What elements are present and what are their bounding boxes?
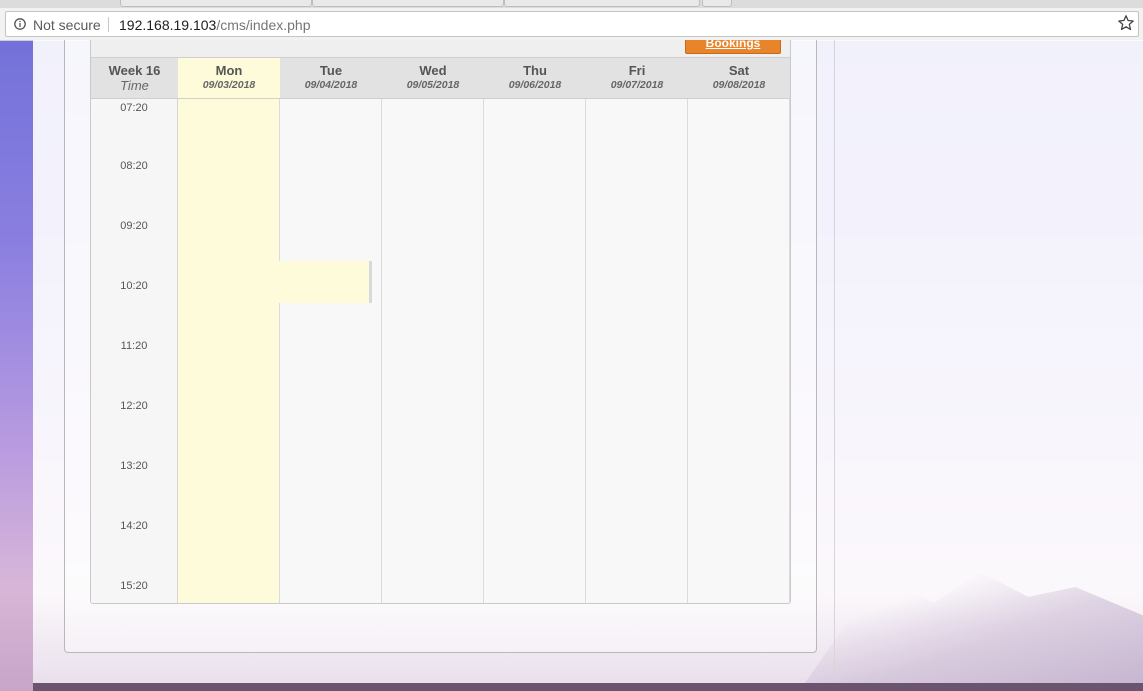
info-icon[interactable] — [14, 18, 26, 30]
page-bottom-edge — [33, 683, 1143, 691]
time-slot-label: 09:20 — [120, 220, 148, 232]
day-header-mon[interactable]: Mon 09/03/2018 — [178, 58, 280, 98]
calendar-toolbar: Bookings — [91, 40, 790, 58]
address-divider — [108, 17, 109, 32]
time-column-label: Time — [120, 78, 149, 93]
day-column-sat[interactable] — [688, 99, 790, 603]
day-date: 09/03/2018 — [202, 79, 256, 91]
time-slot-label: 15:20 — [120, 580, 148, 592]
address-bar[interactable]: Not secure 192.168.19.103/cms/index.php — [5, 11, 1139, 37]
day-name: Mon — [215, 63, 243, 78]
time-slot-label: 07:20 — [120, 102, 148, 114]
bookmark-star-icon[interactable] — [1117, 14, 1135, 32]
day-header-fri[interactable]: Fri 09/07/2018 — [586, 58, 688, 98]
day-date: 09/07/2018 — [610, 79, 664, 91]
week-number: Week 16 — [108, 63, 161, 78]
time-slot-label: 11:20 — [120, 340, 148, 352]
week-header: Week 16 Time — [91, 58, 178, 98]
calendar-grid: 07:20 08:20 09:20 10:20 11:20 12:20 13:2… — [91, 99, 790, 603]
tab-strip — [0, 0, 1143, 8]
url-text[interactable]: 192.168.19.103/cms/index.php — [119, 17, 311, 33]
browser-toolbar: Not secure 192.168.19.103/cms/index.php — [0, 8, 1143, 41]
day-column-mon[interactable] — [178, 99, 280, 603]
day-date: 09/06/2018 — [508, 79, 562, 91]
day-date: 09/08/2018 — [712, 79, 766, 91]
day-header-sat[interactable]: Sat 09/08/2018 — [688, 58, 790, 98]
browser-tab[interactable] — [312, 0, 504, 7]
week-calendar: Bookings Week 16 Time Mon 09/03/2018 Tue… — [90, 40, 791, 604]
new-tab-button[interactable] — [702, 0, 732, 7]
day-column-fri[interactable] — [586, 99, 688, 603]
day-date: 09/04/2018 — [304, 79, 358, 91]
day-name: Tue — [319, 63, 343, 78]
day-column-wed[interactable] — [382, 99, 484, 603]
bookings-button[interactable]: Bookings — [685, 40, 781, 54]
browser-tab[interactable] — [120, 0, 312, 7]
day-column-tue[interactable] — [280, 99, 382, 603]
day-header-tue[interactable]: Tue 09/04/2018 — [280, 58, 382, 98]
time-slot-label: 10:20 — [120, 280, 148, 292]
selection-highlight[interactable] — [279, 261, 372, 303]
day-name: Sat — [728, 63, 750, 78]
day-date: 09/05/2018 — [406, 79, 460, 91]
day-column-thu[interactable] — [484, 99, 586, 603]
browser-tab[interactable] — [504, 0, 700, 7]
time-slot-label: 12:20 — [120, 400, 148, 412]
time-column: 07:20 08:20 09:20 10:20 11:20 12:20 13:2… — [91, 99, 178, 603]
day-name: Wed — [419, 63, 447, 78]
day-name: Fri — [628, 63, 646, 78]
sidebar-divider — [834, 40, 835, 683]
security-status[interactable]: Not secure — [33, 17, 101, 33]
day-header-wed[interactable]: Wed 09/05/2018 — [382, 58, 484, 98]
url-host: 192.168.19.103 — [119, 17, 217, 33]
day-name: Thu — [523, 63, 547, 78]
calendar-header: Week 16 Time Mon 09/03/2018 Tue 09/04/20… — [91, 58, 790, 99]
time-slot-label: 14:20 — [120, 520, 148, 532]
day-header-thu[interactable]: Thu 09/06/2018 — [484, 58, 586, 98]
url-path: /cms/index.php — [216, 17, 311, 33]
time-slot-label: 13:20 — [120, 460, 148, 472]
time-slot-label: 08:20 — [120, 160, 148, 172]
